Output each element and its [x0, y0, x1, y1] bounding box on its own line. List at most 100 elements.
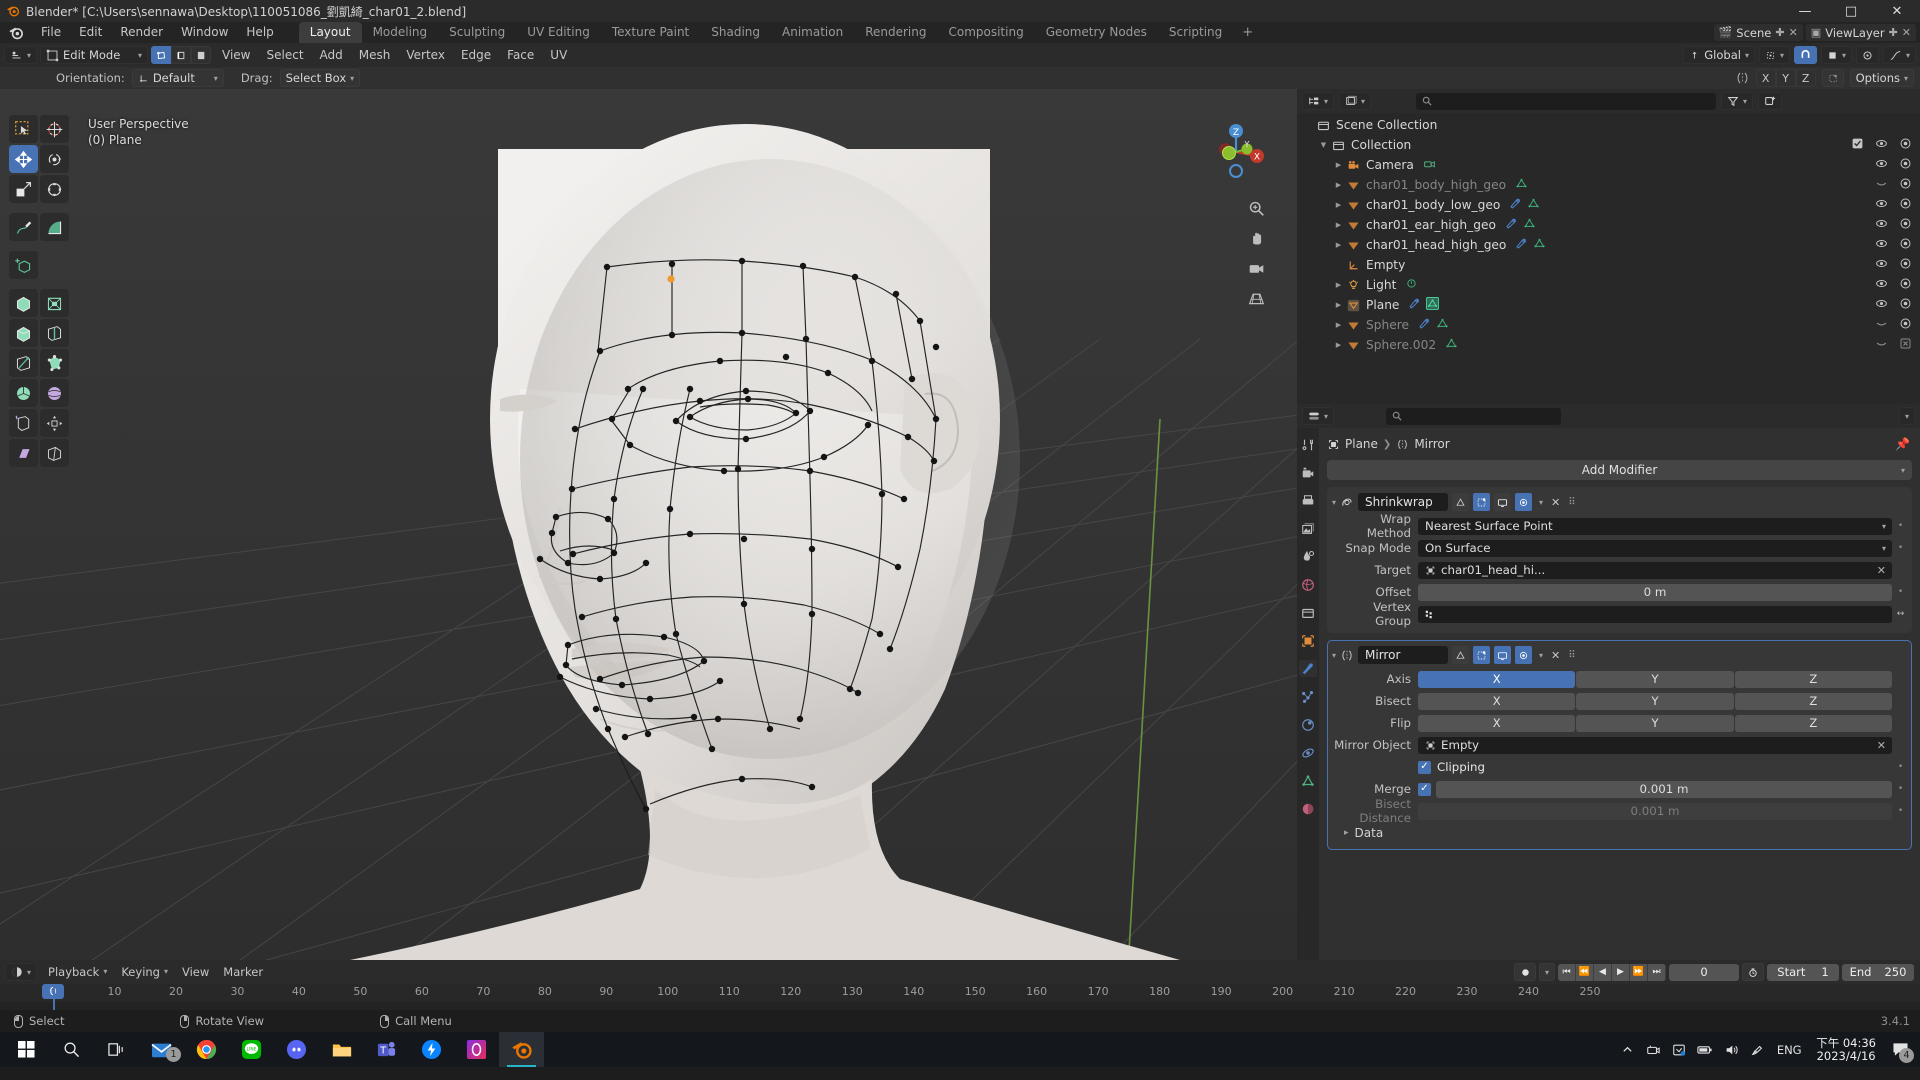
menu-edit[interactable]: Edit — [70, 22, 111, 43]
animate-dot[interactable]: • — [1896, 521, 1905, 531]
camera-tray-icon[interactable] — [1640, 1032, 1666, 1067]
proportional-edit-toggle[interactable] — [1855, 46, 1879, 64]
menu-help[interactable]: Help — [237, 22, 282, 43]
transform-orientation-selector[interactable]: Global ▾ — [1683, 46, 1755, 64]
modifier-drag-handle[interactable]: ⠿ — [1568, 650, 1575, 661]
badge-mesh-data[interactable] — [1515, 177, 1528, 193]
modifier-name-field[interactable]: Shrinkwrap — [1358, 493, 1449, 511]
badge-light-data[interactable] — [1405, 277, 1418, 293]
pen-icon[interactable] — [1744, 1032, 1770, 1067]
toggle-camera[interactable] — [1899, 297, 1912, 313]
outliner-row[interactable]: ▶ char01_body_low_geo — [1297, 195, 1920, 215]
start-icon[interactable] — [4, 1032, 49, 1067]
pan-hand-icon[interactable] — [1245, 227, 1267, 249]
smooth-tool-icon[interactable] — [40, 379, 69, 407]
ortho-persp-toggle-icon[interactable] — [1245, 287, 1267, 309]
workspace-tab-animation[interactable]: Animation — [771, 22, 854, 43]
blender-menu-logo-icon[interactable] — [8, 25, 24, 41]
viewport-nav-gizmo[interactable]: Z X Y — [1203, 119, 1269, 185]
viewport-menu-view[interactable]: View — [214, 43, 258, 67]
outliner-item-label[interactable]: Sphere — [1366, 318, 1409, 332]
workspace-tab-shading[interactable]: Shading — [700, 22, 771, 43]
viewport-menu-add[interactable]: Add — [312, 43, 351, 67]
play-button[interactable]: ▶ — [1612, 963, 1630, 981]
workspace-tab-compositing[interactable]: Compositing — [937, 22, 1034, 43]
toggle-camera[interactable] — [1899, 217, 1912, 233]
toggle-eye-closed[interactable] — [1875, 317, 1888, 333]
tab-render[interactable] — [1299, 464, 1317, 481]
modifier-subpanel-data[interactable]: ▸ Data — [1334, 823, 1905, 843]
timeline-menu-keying[interactable]: Keying ▾ — [114, 960, 175, 984]
axis-z-toggle[interactable]: Z — [1734, 670, 1892, 688]
outliner-display-mode[interactable]: ▾ — [1339, 92, 1372, 110]
clear-object-icon[interactable]: ✕ — [1877, 564, 1886, 577]
keying-set-dropdown[interactable]: ▾ — [1539, 963, 1555, 981]
next-keyframe-button[interactable]: ⏩ — [1630, 963, 1648, 981]
properties-options-button[interactable]: ▾ — [1898, 407, 1915, 425]
taskbar-clock[interactable]: 下午 04:36 2023/4/16 — [1808, 1036, 1884, 1063]
bisect-distance-field[interactable]: 0.001 m — [1418, 802, 1892, 820]
search-icon[interactable] — [49, 1032, 94, 1067]
toggle-camera[interactable] — [1899, 257, 1912, 273]
toggle-eye-closed[interactable] — [1875, 337, 1888, 353]
spin-tool-icon[interactable] — [9, 379, 38, 407]
start-frame-field[interactable]: Start 1 — [1767, 963, 1839, 981]
outliner-item-label[interactable]: Collection — [1351, 138, 1411, 152]
annotate-tool-icon[interactable] — [9, 213, 38, 241]
add-modifier-button[interactable]: Add Modifier ▾ — [1327, 460, 1912, 480]
orientation-dropdown[interactable]: Default ▾ — [131, 69, 224, 87]
tab-constraints[interactable] — [1299, 744, 1317, 761]
inset-faces-tool-icon[interactable] — [40, 289, 69, 317]
scene-selector[interactable]: 🎬 Scene ✚ ✕ — [1713, 24, 1803, 41]
workspace-tab-sculpting[interactable]: Sculpting — [438, 22, 516, 43]
face-select-mode-icon[interactable] — [191, 46, 212, 64]
tab-particles[interactable] — [1299, 688, 1317, 705]
badge-mesh-data[interactable] — [1445, 337, 1458, 353]
end-frame-field[interactable]: End 250 — [1842, 963, 1914, 981]
current-frame-field[interactable]: 0 — [1669, 963, 1739, 981]
pivot-point-selector[interactable]: ▾ — [1758, 46, 1790, 64]
cursor-tool-icon[interactable] — [40, 115, 69, 143]
wrap-method-field[interactable]: Nearest Surface Point ▾ — [1418, 517, 1892, 535]
topology-mirror-button[interactable] — [1821, 69, 1844, 87]
outliner-row[interactable]: ▶ char01_ear_high_geo — [1297, 215, 1920, 235]
transform-tool-icon[interactable] — [40, 175, 69, 203]
invert-vertex-group-icon[interactable]: ↔ — [1896, 609, 1905, 619]
outliner-row[interactable]: ▶ Sphere.002 — [1297, 335, 1920, 355]
viewlayer-selector[interactable]: ▣ ViewLayer ✚ ✕ — [1805, 24, 1916, 41]
breadcrumb-object-name[interactable]: Plane — [1345, 437, 1378, 451]
unlink-scene-icon[interactable]: ✕ — [1789, 26, 1798, 39]
outliner-item-label[interactable]: char01_head_high_geo — [1366, 238, 1506, 252]
jump-end-button[interactable]: ⏭ — [1648, 963, 1666, 981]
vertex-group-field[interactable] — [1418, 605, 1892, 623]
bolt-icon[interactable] — [409, 1032, 454, 1067]
loop-cut-tool-icon[interactable] — [40, 319, 69, 347]
chevron-down-icon[interactable]: ▾ — [1882, 544, 1886, 553]
tab-object[interactable] — [1299, 632, 1317, 649]
properties-search-input[interactable] — [1386, 407, 1562, 425]
outliner-item-label[interactable]: Empty — [1366, 258, 1405, 272]
toggle-check[interactable] — [1851, 137, 1864, 153]
toggle-eye[interactable] — [1875, 297, 1888, 313]
realtime-cage-icon[interactable] — [1473, 493, 1491, 511]
viewport-menu-uv[interactable]: UV — [542, 43, 575, 67]
tab-physics[interactable] — [1299, 716, 1317, 733]
minimize-button[interactable]: — — [1782, 0, 1828, 22]
badge-wrench[interactable] — [1509, 197, 1522, 213]
expand-triangle-icon[interactable]: ▶ — [1332, 301, 1345, 309]
toggle-eye[interactable] — [1875, 257, 1888, 273]
properties-editor-type[interactable]: ▾ — [1302, 407, 1335, 425]
workspace-tab-rendering[interactable]: Rendering — [854, 22, 937, 43]
animate-dot[interactable]: • — [1896, 806, 1905, 816]
tab-tool[interactable] — [1299, 436, 1317, 453]
outliner-row[interactable]: Empty — [1297, 255, 1920, 275]
toggle-camera[interactable] — [1899, 177, 1912, 193]
tab-view-layer[interactable] — [1299, 520, 1317, 537]
target-field[interactable]: char01_head_hi... ✕ — [1418, 561, 1892, 579]
jump-start-button[interactable]: ⏮ — [1558, 963, 1576, 981]
symmetry-x-button[interactable]: X — [1755, 69, 1776, 87]
badge-wrench[interactable] — [1515, 237, 1528, 253]
menu-render[interactable]: Render — [111, 22, 172, 43]
volume-icon[interactable] — [1718, 1032, 1744, 1067]
measure-tool-icon[interactable] — [40, 213, 69, 241]
